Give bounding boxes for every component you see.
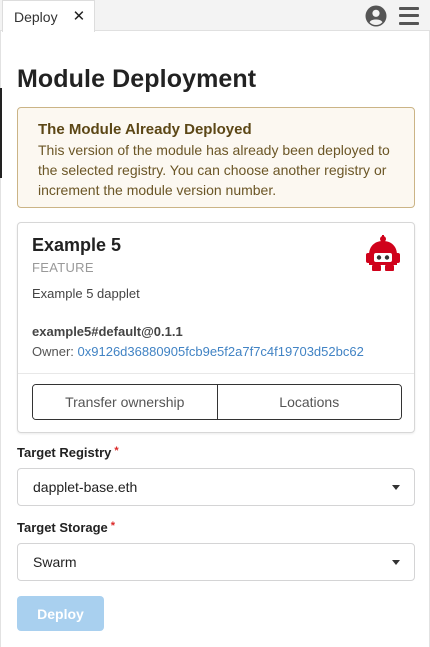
card-divider [18, 373, 414, 374]
warning-title: The Module Already Deployed [38, 121, 252, 138]
target-registry-label: Target Registry * [17, 445, 119, 460]
warning-message: The Module Already Deployed This version… [17, 107, 415, 208]
module-description: Example 5 dapplet [32, 286, 140, 301]
module-card: Example 5 FEATURE Example 5 dapplet exam… [17, 222, 415, 433]
target-storage-label-text: Target Storage [17, 520, 108, 535]
target-storage-select[interactable]: Swarm [17, 543, 415, 581]
target-storage-label: Target Storage * [17, 520, 115, 535]
tab-deploy[interactable]: Deploy ✕ [2, 0, 95, 32]
tab-bar: Deploy ✕ [0, 0, 430, 32]
top-toolbar [365, 0, 430, 31]
module-identifier: example5#default@0.1.1 [32, 324, 183, 339]
module-actions: Transfer ownership Locations [32, 384, 402, 420]
owner-label: Owner: [32, 344, 74, 359]
dropdown-caret-icon [392, 485, 400, 490]
tab-label: Deploy [14, 8, 58, 25]
dropdown-caret-icon [392, 560, 400, 565]
module-type: FEATURE [32, 260, 94, 275]
target-registry-value: dapplet-base.eth [33, 479, 138, 495]
dapplet-logo-icon [366, 235, 400, 271]
warning-text: This version of the module has already b… [38, 142, 390, 198]
main-panel: Module Deployment The Module Already Dep… [0, 31, 430, 647]
target-storage-value: Swarm [33, 554, 77, 570]
account-icon[interactable] [365, 5, 387, 27]
window-edge [0, 88, 2, 178]
module-owner: Owner: 0x9126d36880905fcb9e5f2a7f7c4f197… [32, 344, 364, 359]
owner-address-link[interactable]: 0x9126d36880905fcb9e5f2a7f7c4f19703d52bc… [78, 344, 364, 359]
required-mark: * [114, 445, 119, 457]
locations-button[interactable]: Locations [216, 385, 401, 419]
target-registry-label-text: Target Registry [17, 445, 112, 460]
target-registry-select[interactable]: dapplet-base.eth [17, 468, 415, 506]
hamburger-menu-icon[interactable] [399, 6, 419, 25]
transfer-ownership-button[interactable]: Transfer ownership [33, 385, 217, 419]
module-name: Example 5 [32, 235, 122, 255]
required-mark: * [110, 520, 116, 532]
page-title: Module Deployment [17, 65, 257, 93]
close-icon[interactable]: ✕ [73, 9, 86, 24]
deploy-button[interactable]: Deploy [17, 596, 104, 631]
